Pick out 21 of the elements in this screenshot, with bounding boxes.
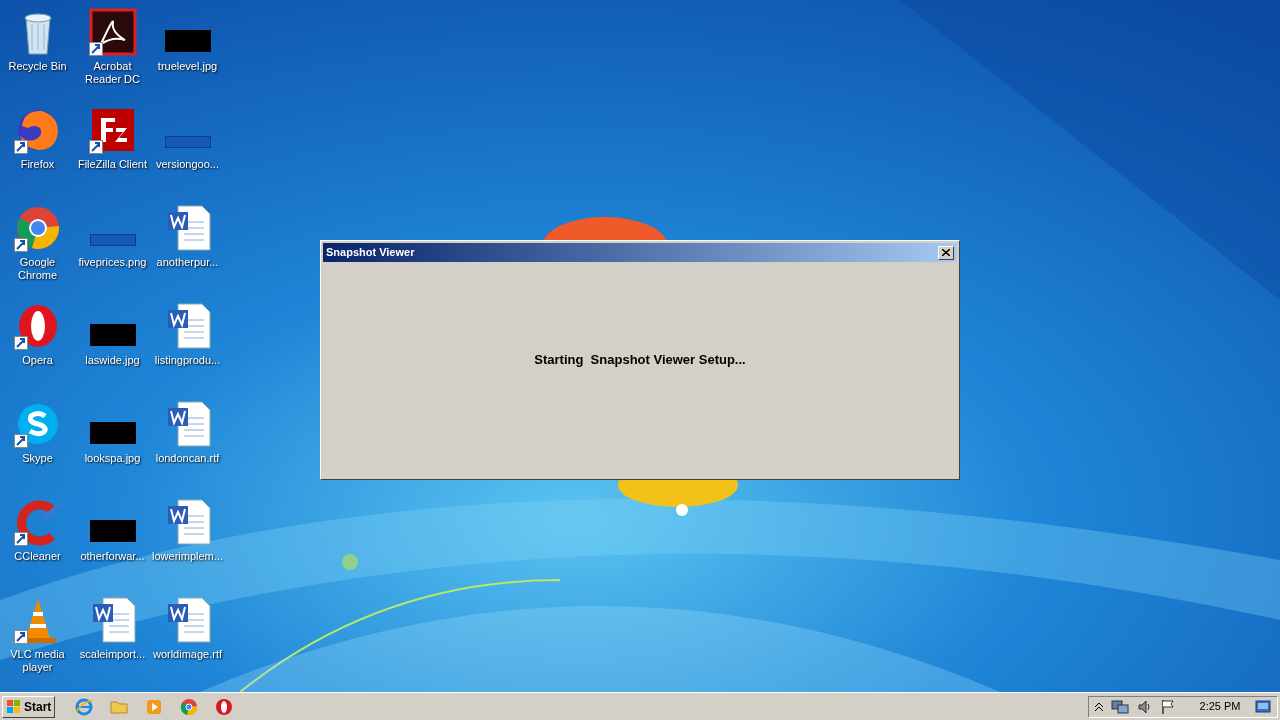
flag-icon[interactable] [1161,698,1175,715]
window-title: Snapshot Viewer [326,245,415,261]
image-thumbnail-icon [89,422,136,444]
windows-logo-icon [6,698,22,715]
pdf-icon [88,8,137,56]
image-thumbnail-icon [164,136,211,148]
close-icon [942,249,950,256]
image-thumbnail-icon [164,30,211,52]
speaker-icon[interactable] [1137,698,1153,715]
chrome-icon[interactable] [180,697,199,716]
image-thumbnail-icon [89,324,136,346]
status-message: Starting Snapshot Viewer Setup... [534,350,746,369]
image-thumbnail-icon [89,234,136,246]
start-button[interactable]: Start [2,695,56,718]
image-thumbnail-icon [89,520,136,542]
network-icon[interactable] [1111,698,1129,715]
chevron-up-icon[interactable] [1095,701,1103,712]
opera-icon[interactable] [215,697,234,716]
clock[interactable]: 2:25 PM [1193,698,1247,715]
show-desktop-icon[interactable] [1255,699,1271,714]
close-button[interactable] [938,245,954,260]
